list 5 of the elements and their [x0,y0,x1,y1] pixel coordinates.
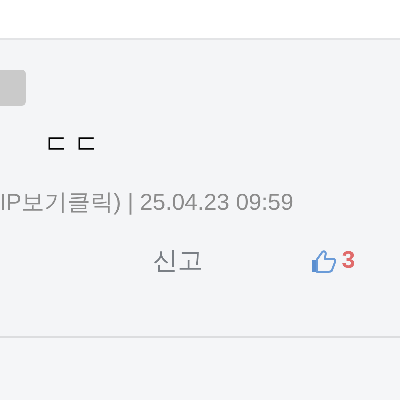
avatar-placeholder [0,70,26,106]
comment-text: ㄷㄷ [44,131,104,157]
report-button[interactable]: 신고 [153,248,203,274]
like-button[interactable]: 3 [310,247,356,275]
comment-meta: IP보기클릭) | 25.04.23 09:59 [0,190,294,214]
